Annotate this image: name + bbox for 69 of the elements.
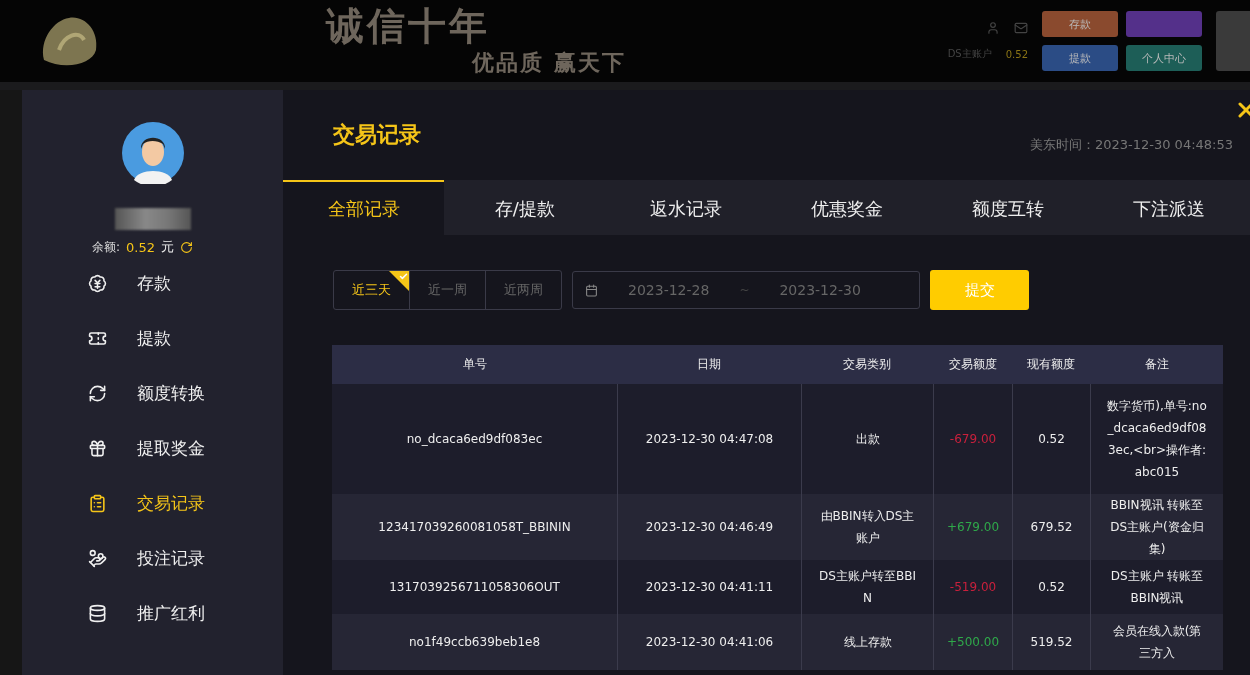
tab[interactable]: 额度互转 [927, 180, 1089, 235]
balance-label: 余额: [92, 238, 121, 256]
amount-cell: -519.00 [933, 560, 1012, 614]
header-button[interactable]: 存款 [1042, 11, 1118, 37]
table-cell: 线上存款 [801, 614, 933, 670]
table-cell: 2023-12-30 04:41:06 [617, 614, 801, 670]
coin-stack-icon [88, 604, 107, 623]
tab[interactable]: 存/提款 [444, 180, 606, 235]
table-cell: 2023-12-30 04:46:49 [617, 494, 801, 560]
yen-badge-icon [88, 274, 107, 293]
header-button[interactable]: 个人中心 [1126, 45, 1202, 71]
balance-value: 0.52 [126, 239, 155, 255]
column-header: 现有额度 [1012, 345, 1090, 384]
account-balance: 0.52 [1005, 48, 1028, 60]
mail-icon [1014, 21, 1028, 35]
tab[interactable]: 优惠奖金 [766, 180, 928, 235]
table-cell: 519.52 [1012, 614, 1090, 670]
amount-cell: +500.00 [933, 614, 1012, 670]
refresh-icon[interactable] [180, 240, 193, 254]
avatar-icon [121, 122, 184, 184]
menu-item[interactable]: 投注记录 [88, 531, 283, 586]
amount-cell: -679.00 [933, 384, 1012, 494]
menu-item[interactable]: 存款 [88, 256, 283, 311]
table-cell: DS主账户 转账至 BBIN视讯 [1090, 560, 1223, 614]
currency-text: 元 [161, 238, 174, 256]
table-cell: 2023-12-30 04:47:08 [617, 384, 801, 494]
table-cell: 由BBIN转入DS主账户 [801, 494, 933, 560]
menu-item[interactable]: 交易记录 [88, 476, 283, 531]
page-title: 交易记录 [333, 121, 421, 149]
ticket-icon [88, 329, 107, 348]
time-text: 美东时间：2023-12-30 04:48:53 [1029, 136, 1233, 154]
header-button[interactable]: 提款 [1042, 45, 1118, 71]
table-cell: 出款 [801, 384, 933, 494]
table-cell: 2023-12-30 04:41:11 [617, 560, 801, 614]
table-cell: 123417039260081058T_BBININ [332, 494, 617, 560]
tab[interactable]: 全部记录 [283, 180, 445, 235]
table-cell: 0.52 [1012, 560, 1090, 614]
table-cell: DS主账户转至BBIN [801, 560, 933, 614]
column-header: 备注 [1090, 345, 1223, 384]
column-header: 交易额度 [933, 345, 1012, 384]
check-icon [399, 272, 408, 281]
slogan-text: 诚信十年 [326, 4, 491, 48]
tagline-text: 优品质 赢天下 [472, 48, 626, 77]
column-header: 日期 [617, 345, 801, 384]
tab[interactable]: 返水记录 [605, 180, 767, 235]
table-cell: 679.52 [1012, 494, 1090, 560]
user-icon [986, 21, 1000, 35]
table-cell: 会员在线入款(第三方入 [1090, 614, 1223, 670]
table-cell: no_dcaca6ed9df083ec [332, 384, 617, 494]
range-option[interactable]: 近三天 [334, 271, 409, 309]
tab[interactable]: 下注派送 [1088, 180, 1250, 235]
menu-item[interactable]: 提款 [88, 311, 283, 366]
calendar-icon [585, 283, 598, 297]
refresh-icon [88, 384, 107, 403]
column-header: 单号 [332, 345, 617, 384]
amount-cell: +679.00 [933, 494, 1012, 560]
table-cell: 数字货币),单号:no_dcaca6ed9df083ec,<br>操作者:abc015 [1090, 384, 1223, 494]
table-cell: 0.52 [1012, 384, 1090, 494]
table-cell: 1317039256711058306OUT [332, 560, 617, 614]
menu-item[interactable]: 额度转换 [88, 366, 283, 421]
hand-coins-icon [88, 549, 107, 568]
table-cell: BBIN视讯 转账至 DS主账户(资金归集) [1090, 494, 1223, 560]
selected-corner-mark [389, 271, 409, 291]
clipboard-icon [88, 494, 107, 513]
column-header: 交易类别 [801, 345, 933, 384]
menu-item[interactable]: 推广红利 [88, 586, 283, 641]
menu-item[interactable]: 提取奖金 [88, 421, 283, 476]
table-cell: no1f49ccb639beb1e8 [332, 614, 617, 670]
gift-icon [88, 439, 107, 458]
